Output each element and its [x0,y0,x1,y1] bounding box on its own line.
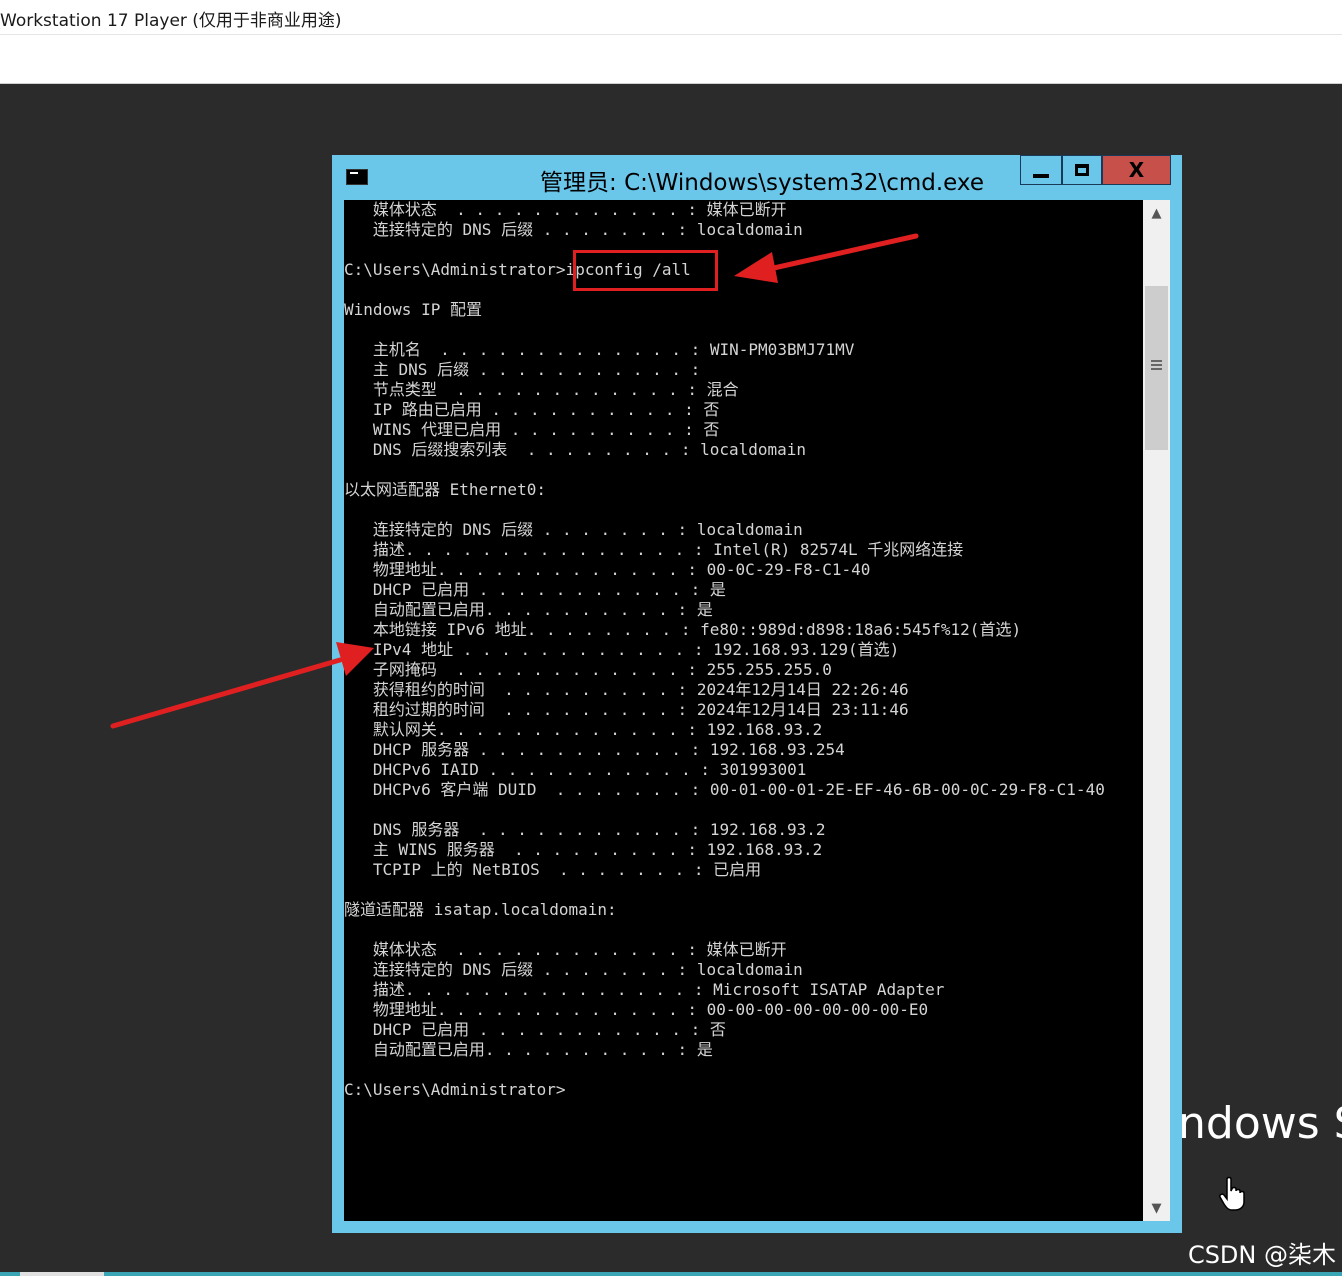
console-line: 媒体状态 . . . . . . . . . . . . : 媒体已断开 [344,940,787,959]
console-line: IP 路由已启用 . . . . . . . . . . : 否 [344,400,720,419]
console-line: 默认网关. . . . . . . . . . . . . : 192.168.… [344,720,823,739]
console-line: DNS 后缀搜索列表 . . . . . . . . : localdomain [344,440,807,459]
console-text: 媒体状态 . . . . . . . . . . . . : 媒体已断开 连接特… [344,200,1105,1100]
vm-toolbar [0,35,1342,84]
console-line: 子网掩码 . . . . . . . . . . . . : 255.255.2… [344,660,832,679]
desktop-watermark-text: ndows S [1178,1098,1342,1149]
close-button[interactable]: X [1102,155,1171,185]
cmd-window[interactable]: 管理员: C:\Windows\system32\cmd.exe X 媒体状态 … [332,155,1182,1233]
vm-window-title: Workstation 17 Player (仅用于非商业用途) [0,11,342,31]
scroll-down-arrow-icon[interactable]: ▼ [1143,1195,1170,1221]
console-line: 媒体状态 . . . . . . . . . . . . : 媒体已断开 [344,200,787,219]
cmd-titlebar[interactable]: 管理员: C:\Windows\system32\cmd.exe X [332,155,1182,200]
command-highlight-box [573,250,718,291]
console-line: 以太网适配器 Ethernet0: [344,480,546,499]
console-line: DHCP 已启用 . . . . . . . . . . . : 是 [344,580,726,599]
scroll-thumb[interactable] [1145,286,1168,450]
console-line: DHCP 已启用 . . . . . . . . . . . : 否 [344,1020,726,1039]
console-line: 租约过期的时间 . . . . . . . . . : 2024年12月14日 … [344,700,909,719]
minimize-button[interactable] [1020,155,1062,185]
console-line: 获得租约的时间 . . . . . . . . . : 2024年12月14日 … [344,680,909,699]
bottom-status-strip [0,1272,1342,1276]
csdn-credit: CSDN @柒木 [1187,1241,1336,1269]
console-line: 物理地址. . . . . . . . . . . . . : 00-0C-29… [344,560,871,579]
console-line: 自动配置已启用. . . . . . . . . . : 是 [344,600,713,619]
console-line: 主机名 . . . . . . . . . . . . . : WIN-PM03… [344,340,855,359]
maximize-icon [1075,164,1089,176]
console-line: 主 DNS 后缀 . . . . . . . . . . . : [344,360,701,379]
grip-icon [1151,360,1162,372]
console-line: 描述. . . . . . . . . . . . . . . : Micros… [344,980,945,999]
console-line: 连接特定的 DNS 后缀 . . . . . . . : localdomain [344,520,803,539]
console-line: 连接特定的 DNS 后缀 . . . . . . . : localdomain [344,960,803,979]
hand-pointer-icon [1219,1176,1245,1211]
console-line: DHCPv6 IAID . . . . . . . . . . . : 3019… [344,760,807,779]
console-line: 主 WINS 服务器 . . . . . . . . . : 192.168.9… [344,840,823,859]
console-line: 连接特定的 DNS 后缀 . . . . . . . : localdomain [344,220,803,239]
console-line: DNS 服务器 . . . . . . . . . . . : 192.168.… [344,820,826,839]
console-line: Windows IP 配置 [344,300,482,319]
vm-titlebar: Workstation 17 Player (仅用于非商业用途) [0,0,1342,35]
console-line: 本地链接 IPv6 地址. . . . . . . . : fe80::989d… [344,620,1022,639]
console-line: 描述. . . . . . . . . . . . . . . : Intel(… [344,540,964,559]
console-line: 自动配置已启用. . . . . . . . . . : 是 [344,1040,713,1059]
scroll-up-arrow-icon[interactable]: ▲ [1143,200,1170,226]
console-line: 节点类型 . . . . . . . . . . . . : 混合 [344,380,739,399]
console-line: DHCPv6 客户端 DUID . . . . . . . : 00-01-00… [344,780,1105,799]
vertical-scrollbar[interactable]: ▲ ▼ [1143,200,1170,1221]
console-output[interactable]: 媒体状态 . . . . . . . . . . . . : 媒体已断开 连接特… [344,200,1143,1221]
console-line: C:\Users\Administrator> [344,1080,566,1099]
console-line: IPv4 地址 . . . . . . . . . . . . : 192.16… [344,640,900,659]
console-line: TCPIP 上的 NetBIOS . . . . . . . : 已启用 [344,860,762,879]
console-line: 隧道适配器 isatap.localdomain: [344,900,617,919]
console-line: C:\Users\Administrator>ipconfig /all [344,260,691,279]
maximize-button[interactable] [1062,155,1102,185]
minimize-icon [1033,174,1049,178]
console-line: 物理地址. . . . . . . . . . . . . : 00-00-00… [344,1000,929,1019]
console-line: DHCP 服务器 . . . . . . . . . . . : 192.168… [344,740,845,759]
console-line: WINS 代理已启用 . . . . . . . . . : 否 [344,420,720,439]
